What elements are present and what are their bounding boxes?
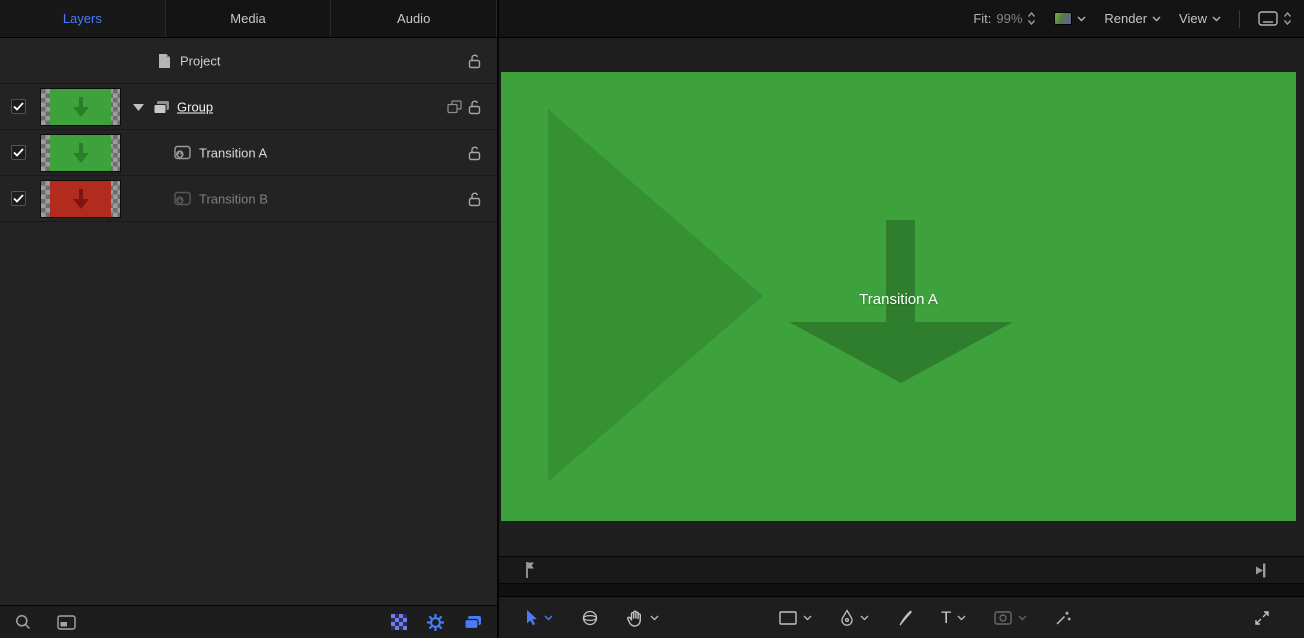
fit-label: Fit: xyxy=(973,11,991,26)
stepper-icon xyxy=(1283,11,1292,26)
channel-swatch-control[interactable] xyxy=(1054,12,1086,25)
tab-audio-label: Audio xyxy=(397,11,430,26)
layer-row-transition-b[interactable]: Transition B xyxy=(0,176,497,222)
mask-icon xyxy=(994,611,1012,625)
tab-layers[interactable]: Layers xyxy=(0,0,166,37)
layers-stack-icon[interactable] xyxy=(464,615,482,630)
mask-tool[interactable] xyxy=(994,611,1027,625)
checkbox-checked-icon[interactable] xyxy=(11,191,26,206)
chevron-down-icon xyxy=(1018,615,1027,621)
group-badge-icon xyxy=(447,100,462,114)
chevron-down-icon xyxy=(1212,16,1221,22)
chevron-down-icon xyxy=(1152,16,1161,22)
checkerboard-icon[interactable] xyxy=(391,614,407,630)
layer-row-group[interactable]: Group xyxy=(0,84,497,130)
select-arrow-icon xyxy=(525,609,538,626)
thumbnail-red xyxy=(50,181,111,217)
unlock-icon[interactable] xyxy=(468,145,481,161)
timeline-scrubber[interactable] xyxy=(499,556,1304,584)
paint-stroke-tool[interactable] xyxy=(897,609,913,626)
layers-panel: Layers Media Audio Project xyxy=(0,0,497,638)
layer-label-transition-b[interactable]: Transition B xyxy=(199,191,268,206)
preview-icon[interactable] xyxy=(57,615,76,630)
gear-icon[interactable] xyxy=(427,614,444,631)
transition-icon xyxy=(174,191,191,206)
zoom-control[interactable]: Fit: 99% xyxy=(973,11,1036,26)
select-tool[interactable] xyxy=(525,609,553,626)
canvas-toolbar-top: Fit: 99% Render View xyxy=(499,0,1304,38)
transition-icon xyxy=(174,145,191,160)
project-row[interactable]: Project xyxy=(0,38,497,84)
chevron-down-icon xyxy=(650,615,659,621)
tab-layers-label: Layers xyxy=(63,11,102,26)
hand-tool[interactable] xyxy=(627,609,659,627)
text-tool-icon: T xyxy=(941,609,951,626)
tab-media[interactable]: Media xyxy=(166,0,332,37)
layer-thumbnail-transition-b[interactable] xyxy=(40,180,121,218)
orbit-tool[interactable] xyxy=(581,609,599,627)
canvas-panel: Fit: 99% Render View xyxy=(499,0,1304,638)
stepper-icon[interactable] xyxy=(1027,11,1036,26)
render-menu[interactable]: Render xyxy=(1104,11,1161,26)
project-label[interactable]: Project xyxy=(180,53,220,68)
canvas-area[interactable]: Transition A xyxy=(499,38,1304,556)
display-icon xyxy=(1258,11,1278,26)
chevron-down-icon xyxy=(1077,16,1086,22)
chevron-down-icon xyxy=(860,615,869,621)
toolbar-separator xyxy=(1239,10,1240,28)
rectangle-icon xyxy=(779,611,797,625)
group-icon xyxy=(153,100,170,115)
timeline-flag-icon[interactable] xyxy=(525,561,536,579)
checkbox-checked-icon[interactable] xyxy=(11,145,26,160)
zoom-value[interactable]: 99% xyxy=(996,11,1022,26)
adjust-tool[interactable] xyxy=(1055,610,1072,626)
layer-thumbnail-transition-a[interactable] xyxy=(40,134,121,172)
layer-thumbnail-group[interactable] xyxy=(40,88,121,126)
disclosure-triangle-icon[interactable] xyxy=(133,104,144,111)
bezier-pen-icon xyxy=(840,609,854,627)
layer-label-group[interactable]: Group xyxy=(177,99,213,114)
unlock-icon[interactable] xyxy=(468,191,481,207)
layer-list: Project xyxy=(0,38,497,605)
tab-audio[interactable]: Audio xyxy=(331,0,497,37)
expand-icon[interactable] xyxy=(1254,610,1270,626)
view-menu[interactable]: View xyxy=(1179,11,1221,26)
unlock-icon[interactable] xyxy=(468,99,481,115)
footer-right-buttons xyxy=(391,614,482,631)
bezier-tool[interactable] xyxy=(840,609,869,627)
chevron-down-icon xyxy=(957,615,966,621)
thumbnail-green xyxy=(50,89,111,125)
checkbox-checked-icon[interactable] xyxy=(11,99,26,114)
unlock-icon[interactable] xyxy=(468,53,481,69)
panel-tabbar: Layers Media Audio xyxy=(0,0,497,38)
mini-timeline[interactable] xyxy=(499,584,1304,597)
chevron-down-icon xyxy=(544,615,553,621)
layer-row-transition-a[interactable]: Transition A xyxy=(0,130,497,176)
timeline-end-icon[interactable] xyxy=(1253,563,1266,578)
render-label: Render xyxy=(1104,11,1147,26)
canvas-toolbar-bottom: T xyxy=(499,597,1304,638)
hand-icon xyxy=(627,609,644,627)
adjust-wand-icon xyxy=(1055,610,1072,626)
chevron-down-icon xyxy=(803,615,812,621)
stage-overlay-label: Transition A xyxy=(501,291,1296,308)
view-label: View xyxy=(1179,11,1207,26)
display-control[interactable] xyxy=(1258,11,1292,26)
thumbnail-green xyxy=(50,135,111,171)
video-stage[interactable]: Transition A xyxy=(501,72,1296,521)
layers-panel-footer xyxy=(0,605,497,638)
motion-window: Layers Media Audio Project xyxy=(0,0,1304,638)
search-icon[interactable] xyxy=(15,614,31,630)
channel-swatch-icon xyxy=(1054,12,1072,25)
text-tool[interactable]: T xyxy=(941,609,966,626)
tab-media-label: Media xyxy=(230,11,265,26)
document-icon xyxy=(158,53,171,69)
orbit-icon xyxy=(581,609,599,627)
rectangle-tool[interactable] xyxy=(779,611,812,625)
layer-label-transition-a[interactable]: Transition A xyxy=(199,145,267,160)
paint-stroke-icon xyxy=(897,609,913,626)
